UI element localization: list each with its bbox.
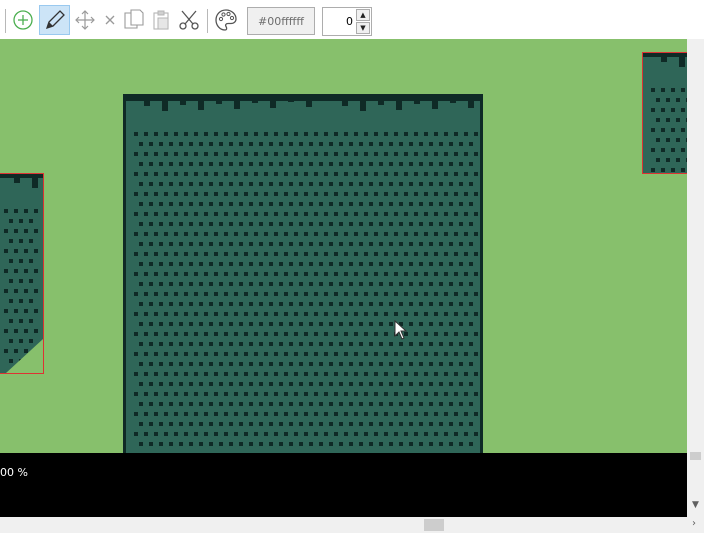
pen-icon bbox=[45, 10, 65, 30]
add-frame-button[interactable] bbox=[10, 5, 36, 35]
toolbar-separator bbox=[207, 9, 208, 33]
status-panel: 00 % bbox=[0, 453, 687, 517]
horizontal-scrollbar[interactable]: › bbox=[0, 517, 704, 533]
palette-button[interactable] bbox=[212, 5, 240, 35]
stepper-down-button[interactable]: ▼ bbox=[356, 22, 370, 34]
cut-button[interactable] bbox=[175, 5, 203, 35]
color-value-field[interactable]: #00ffffff bbox=[247, 7, 315, 35]
vertical-scrollbar[interactable]: ▼ bbox=[687, 39, 704, 517]
mouse-cursor bbox=[394, 319, 408, 344]
stepper-up-button[interactable]: ▲ bbox=[356, 9, 370, 21]
number-stepper-value: 0 bbox=[346, 15, 353, 28]
paste-button[interactable] bbox=[149, 5, 173, 35]
move-tool-button[interactable] bbox=[72, 5, 98, 35]
tile-frame-right[interactable] bbox=[642, 52, 687, 174]
toolbar-separator bbox=[5, 9, 6, 33]
tile-pattern-right bbox=[643, 53, 687, 172]
delete-button[interactable] bbox=[101, 5, 119, 35]
paste-icon bbox=[153, 10, 169, 30]
scroll-right-icon[interactable]: › bbox=[692, 518, 696, 529]
move-icon bbox=[75, 10, 95, 30]
delete-icon bbox=[105, 15, 115, 25]
vertical-scroll-thumb[interactable] bbox=[690, 452, 701, 460]
horizontal-scroll-thumb[interactable] bbox=[424, 519, 444, 531]
copy-icon bbox=[124, 9, 144, 29]
editor-canvas[interactable] bbox=[0, 39, 687, 453]
zoom-level-text: 00 % bbox=[0, 466, 28, 479]
tile-pattern bbox=[126, 97, 480, 446]
scroll-down-icon[interactable]: ▼ bbox=[687, 500, 704, 510]
cursor-arrow-icon bbox=[394, 319, 408, 340]
tile-pattern-left bbox=[0, 174, 43, 373]
toolbar: #00ffffff 0 ▲ ▼ bbox=[0, 0, 704, 39]
palette-icon bbox=[215, 9, 237, 31]
pen-tool-button[interactable] bbox=[39, 5, 70, 35]
cut-icon bbox=[179, 10, 199, 30]
add-frame-icon bbox=[13, 10, 33, 30]
copy-button[interactable] bbox=[121, 5, 147, 35]
tile-frame-left[interactable] bbox=[0, 173, 44, 374]
number-stepper[interactable]: 0 ▲ ▼ bbox=[322, 7, 372, 36]
tile-frame-main[interactable] bbox=[123, 94, 483, 453]
